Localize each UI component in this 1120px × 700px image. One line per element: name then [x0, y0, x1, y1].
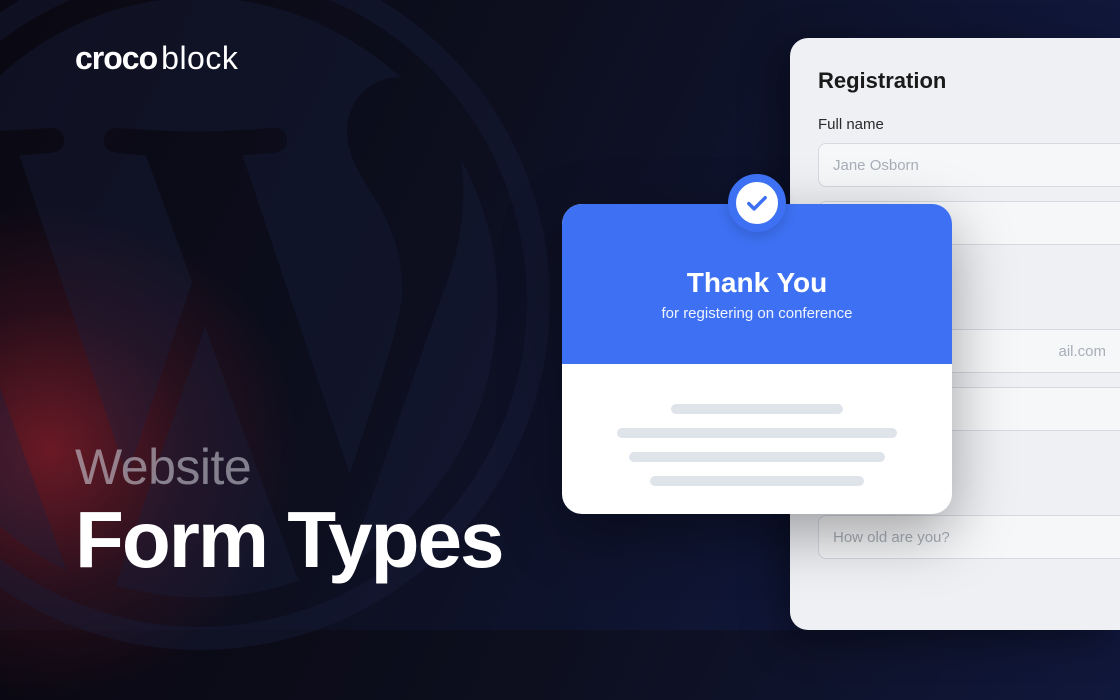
- registration-heading: Registration: [818, 68, 1120, 94]
- thank-you-title: Thank You: [687, 267, 828, 299]
- title-line1: Website: [75, 438, 503, 496]
- fullname-input[interactable]: Jane Osborn: [818, 143, 1120, 187]
- thank-you-subtitle: for registering on conference: [662, 305, 853, 322]
- title-line2: Form Types: [75, 500, 503, 580]
- placeholder-line: [650, 476, 865, 486]
- age-input[interactable]: How old are you?: [818, 515, 1120, 559]
- brand-part1: croco: [75, 40, 157, 77]
- thank-you-card: Thank You for registering on conference: [562, 204, 952, 514]
- thank-you-body: [562, 364, 952, 486]
- placeholder-line: [617, 428, 897, 438]
- main-title-block: Website Form Types: [75, 438, 503, 580]
- placeholder-line: [629, 452, 885, 462]
- check-icon: [743, 189, 771, 217]
- brand-logo: crocoblock: [75, 40, 238, 77]
- brand-part2: block: [161, 40, 238, 77]
- placeholder-line: [671, 404, 844, 414]
- fullname-label: Full name: [818, 116, 1120, 133]
- check-icon-badge: [728, 174, 786, 232]
